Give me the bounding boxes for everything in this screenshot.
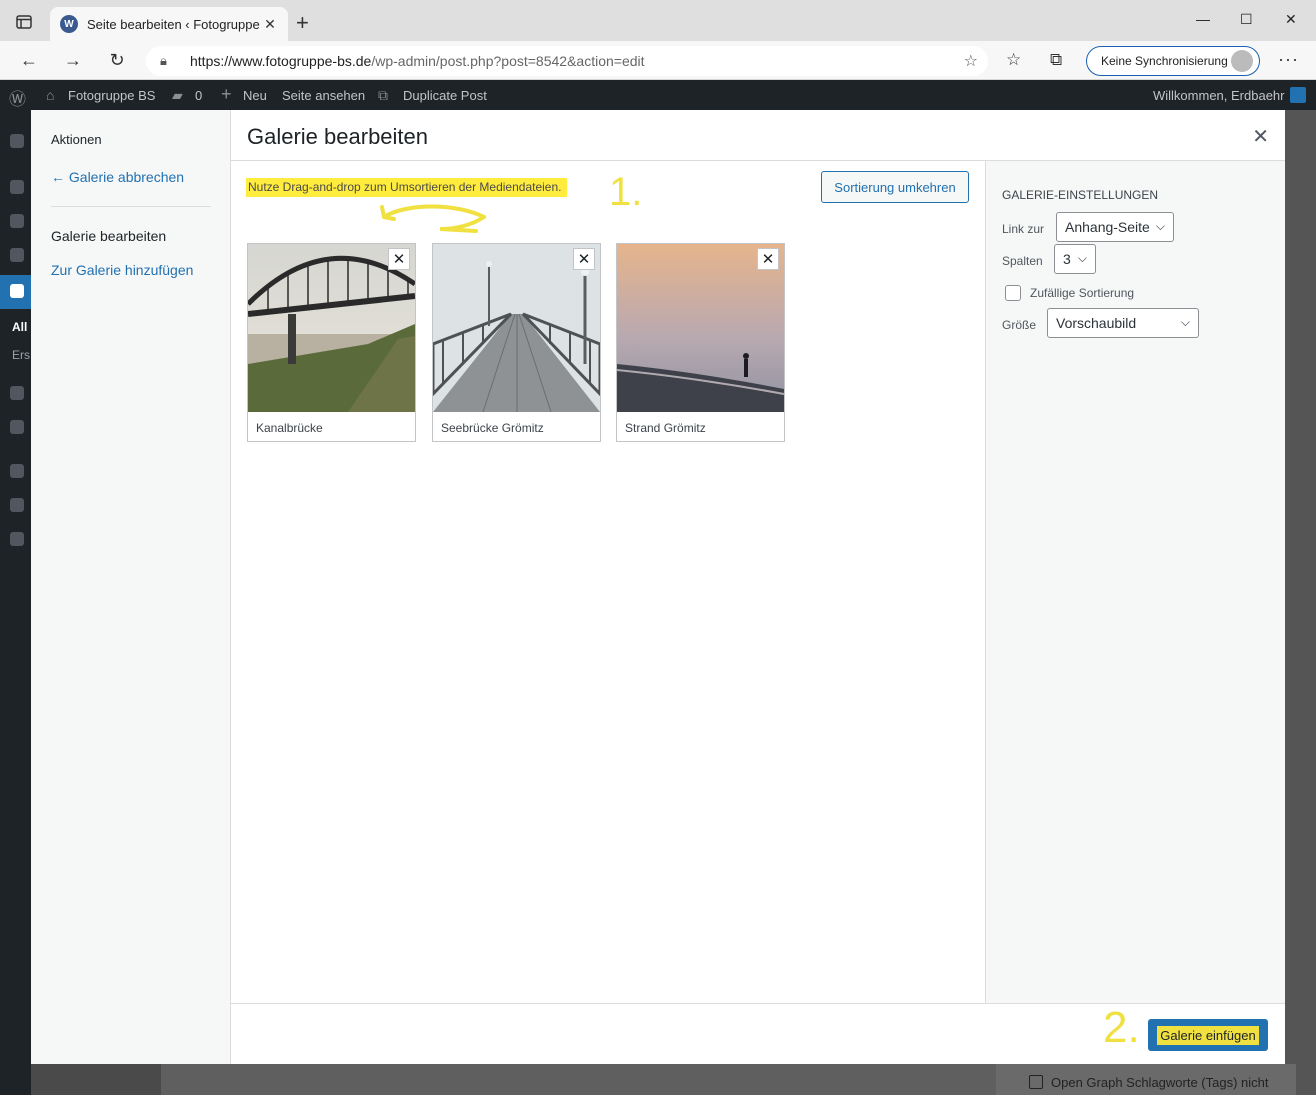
favorites-icon[interactable]: ☆ <box>1006 50 1021 70</box>
modal-header: Galerie bearbeiten <box>231 110 1285 161</box>
remove-image-icon[interactable]: ✕ <box>388 248 410 270</box>
size-select[interactable]: Vorschaubild ⌵ <box>1047 308 1199 338</box>
settings-heading: GALERIE-EINSTELLUNGEN <box>1002 188 1159 202</box>
link-to-value: Anhang-Seite <box>1065 219 1150 235</box>
more-icon[interactable]: ··· <box>1278 49 1299 70</box>
menu-heading: Aktionen <box>51 132 102 147</box>
insert-gallery-label: Galerie einfügen <box>1157 1025 1259 1045</box>
remove-image-icon[interactable]: ✕ <box>573 248 595 270</box>
chevron-down-icon: ⌵ <box>1180 315 1190 329</box>
columns-label: Spalten <box>1002 254 1043 268</box>
reverse-order-button[interactable]: Sortierung umkehren <box>821 171 969 203</box>
modal-title: Galerie bearbeiten <box>247 124 429 149</box>
menu-item-edit-gallery[interactable]: Galerie bearbeiten <box>51 228 166 244</box>
minimize-icon[interactable]: — <box>1196 11 1210 27</box>
image-caption[interactable]: Strand Grömitz <box>625 421 706 435</box>
image-caption[interactable]: Kanalbrücke <box>256 421 323 435</box>
reload-icon[interactable]: ↻ <box>105 49 129 71</box>
random-order-label[interactable]: Zufällige Sortierung <box>1030 286 1134 300</box>
chevron-down-icon: ⌵ <box>1077 251 1087 265</box>
gallery-item[interactable]: ✕ Kanalbrücke <box>247 243 416 442</box>
drag-arrow-icon <box>380 204 486 233</box>
collections-icon[interactable]: ⧉ <box>1050 50 1062 70</box>
bg-og-tags-checkbox <box>1029 1075 1043 1089</box>
link-to-select[interactable]: Anhang-Seite ⌵ <box>1056 212 1174 242</box>
backdrop-bottom: Open Graph Schlagworte (Tags) nicht <box>31 1064 1296 1095</box>
site-name-link[interactable]: Fotogruppe BS <box>68 88 155 103</box>
add-favorite-icon[interactable]: ☆ <box>964 51 978 71</box>
forward-icon[interactable]: → <box>61 49 85 71</box>
tab-close-icon[interactable]: ✕ <box>262 16 278 33</box>
welcome-text[interactable]: Willkommen, Erdbaehr <box>1153 88 1285 103</box>
insert-gallery-button[interactable]: Galerie einfügen <box>1148 1019 1268 1051</box>
wordpress-logo-icon[interactable]: Ⓦ <box>9 85 26 110</box>
contact-icon[interactable] <box>10 420 24 434</box>
edit-gallery-modal: Aktionen ← Galerie abbrechen Galerie bea… <box>31 110 1285 1064</box>
columns-select[interactable]: 3 ⌵ <box>1054 244 1096 274</box>
maximize-icon[interactable]: ☐ <box>1240 11 1253 28</box>
url-input[interactable]: 🔒︎ https://www.fotogruppe-bs.de/wp-admin… <box>146 46 988 76</box>
collapse-icon[interactable] <box>10 532 24 546</box>
size-label: Größe <box>1002 318 1037 332</box>
users-icon[interactable] <box>10 464 24 478</box>
menu-separator <box>51 206 211 207</box>
wordpress-icon: W <box>60 15 78 33</box>
new-tab-icon[interactable]: + <box>296 12 309 34</box>
browser-tab[interactable]: W Seite bearbeiten ‹ Fotogruppe BS ✕ <box>50 7 288 41</box>
menu-item-add-to-gallery[interactable]: Zur Galerie hinzufügen <box>51 262 193 278</box>
plus-icon: + <box>221 84 232 104</box>
browser-tab-bar: W Seite bearbeiten ‹ Fotogruppe BS ✕ + —… <box>0 0 1316 41</box>
remove-image-icon[interactable]: ✕ <box>757 248 779 270</box>
home-icon: ⌂ <box>46 87 55 103</box>
image-caption[interactable]: Seebrücke Grömitz <box>441 421 544 435</box>
random-order-checkbox[interactable] <box>1005 285 1021 301</box>
duplicate-post-link[interactable]: Duplicate Post <box>403 88 487 103</box>
user-avatar[interactable] <box>1290 87 1306 103</box>
tools-icon[interactable] <box>10 498 24 512</box>
url-host: https://www.fotogruppe-bs.de <box>190 53 372 69</box>
view-page-link[interactable]: Seite ansehen <box>282 88 365 103</box>
sync-label: Keine Synchronisierung <box>1101 54 1228 68</box>
lock-icon: 🔒︎ <box>160 53 167 68</box>
annotation-step-1: 1. <box>609 170 643 214</box>
gallery-content: Nutze Drag-and-drop zum Umsortieren der … <box>231 161 985 1003</box>
chevron-down-icon: ⌵ <box>1155 219 1165 233</box>
pages-icon <box>10 284 24 298</box>
gallery-item[interactable]: ✕ Seebrücke Grömitz <box>432 243 601 442</box>
comments-icon: ▰ <box>172 87 183 103</box>
drag-instruction: Nutze Drag-and-drop zum Umsortieren der … <box>246 178 568 197</box>
back-icon[interactable]: ← <box>17 49 41 71</box>
url-path: /wp-admin/post.php?post=8542&action=edit <box>371 53 645 69</box>
submenu-all[interactable]: All <box>12 320 27 334</box>
wp-admin-bar: Ⓦ ⌂ Fotogruppe BS ▰ 0 + Neu Seite ansehe… <box>0 80 1316 110</box>
profile-avatar <box>1231 50 1253 72</box>
window-close-icon[interactable]: ✕ <box>1285 11 1297 28</box>
cancel-gallery-link[interactable]: ← Galerie abbrechen <box>51 169 184 185</box>
submenu-create[interactable]: Ers <box>12 348 30 362</box>
size-value: Vorschaubild <box>1056 315 1137 331</box>
media-icon[interactable] <box>10 214 24 228</box>
sync-button[interactable]: Keine Synchronisierung <box>1086 46 1260 76</box>
gallery-item[interactable]: ✕ Strand Grömitz <box>616 243 785 442</box>
links-icon[interactable] <box>10 248 24 262</box>
address-toolbar: ← → ↻ 🔒︎ https://www.fotogruppe-bs.de/wp… <box>0 41 1316 80</box>
comments-menu-icon[interactable] <box>10 386 24 400</box>
bg-og-tags-label: Open Graph Schlagworte (Tags) nicht <box>1051 1075 1269 1090</box>
link-to-label: Link zur <box>1002 222 1045 236</box>
backdrop-right <box>1285 110 1316 1095</box>
comments-count[interactable]: 0 <box>195 88 202 103</box>
tab-actions-icon[interactable] <box>10 11 38 33</box>
tab-title: Seite bearbeiten ‹ Fotogruppe BS <box>87 16 262 32</box>
posts-icon[interactable] <box>10 180 24 194</box>
media-menu: Aktionen ← Galerie abbrechen Galerie bea… <box>31 110 231 1064</box>
dashboard-icon[interactable] <box>10 134 24 148</box>
close-icon[interactable]: ✕ <box>1252 124 1269 149</box>
gallery-settings-sidebar: GALERIE-EINSTELLUNGEN Link zur Anhang-Se… <box>985 161 1285 1003</box>
columns-value: 3 <box>1063 251 1071 267</box>
annotation-step-2: 2. <box>1103 1003 1140 1052</box>
duplicate-icon: ⧉ <box>378 87 388 103</box>
new-link[interactable]: Neu <box>243 88 267 103</box>
wp-admin-menu: All Ers <box>0 110 31 1095</box>
bg-editor-panel <box>161 1064 1001 1095</box>
